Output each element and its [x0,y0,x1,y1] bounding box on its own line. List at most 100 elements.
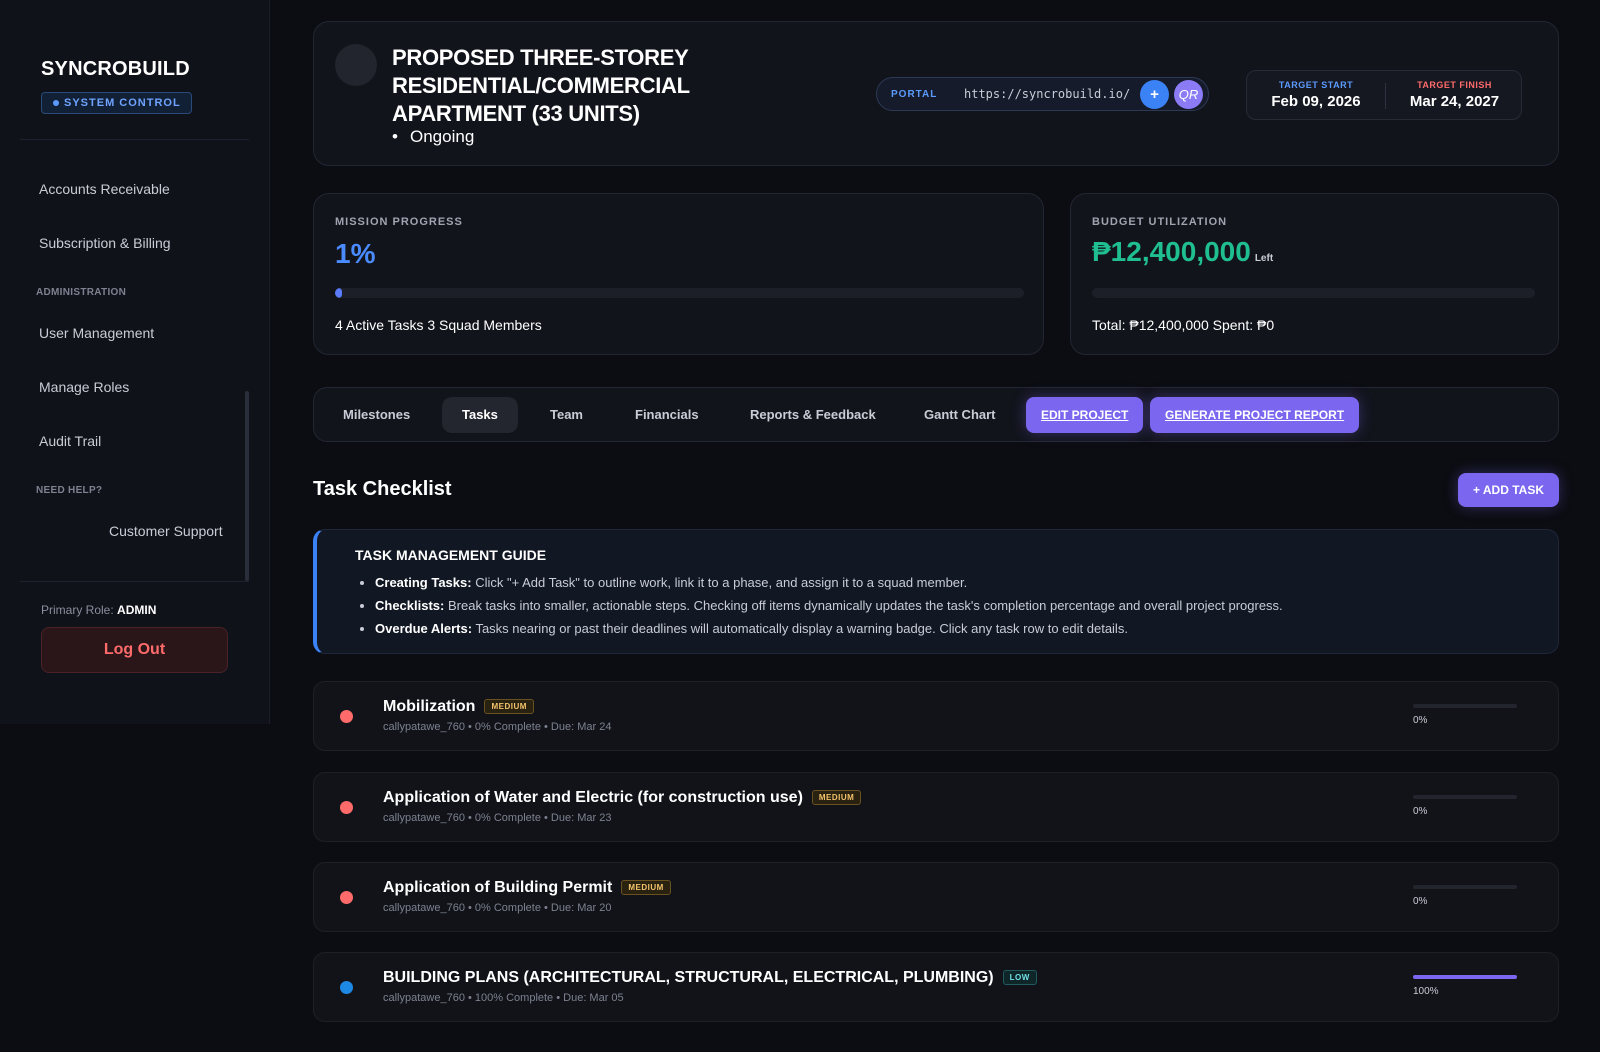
guide-item: Overdue Alerts: Tasks nearing or past th… [375,617,1283,640]
generate-report-button[interactable]: GENERATE PROJECT REPORT [1150,397,1360,433]
guide-item-heading: Creating Tasks: [375,575,472,590]
task-meta: callypatawe_760 • 0% Complete • Due: Mar… [383,721,612,733]
system-control-badge: SYSTEM CONTROL [41,92,192,114]
project-header: PROPOSED THREE-STOREY RESIDENTIAL/COMMER… [313,21,1559,166]
budget-progress-bar [1092,288,1535,298]
portal-label: PORTAL [891,89,938,100]
task-name: Application of Building Permit MEDIUM [383,879,671,897]
guide-list: Creating Tasks: Click "+ Add Task" to ou… [375,571,1283,640]
project-status: Ongoing [392,127,474,147]
project-tabs: Milestones Tasks Team Financials Reports… [313,387,1559,442]
budget-left-suffix: Left [1254,253,1274,264]
task-title: Application of Building Permit [383,879,613,896]
task-title: Mobilization [383,698,476,715]
sidebar-section-need-help: NEED HELP? [36,485,103,496]
task-progress-bar [1413,885,1517,889]
task-status-dot [340,981,353,994]
task-meta: callypatawe_760 • 100% Complete • Due: M… [383,992,624,1004]
guide-item-heading: Checklists: [375,598,445,613]
sidebar-divider [20,581,249,582]
priority-badge: MEDIUM [621,880,671,895]
task-title: Application of Water and Electric (for c… [383,789,803,806]
guide-item: Checklists: Break tasks into smaller, ac… [375,594,1283,617]
role-value: ADMIN [117,603,157,617]
target-finish-value: Mar 24, 2027 [1409,93,1500,110]
tab-team[interactable]: Team [530,397,603,433]
budget-remaining: ₱12,400,000 Left [1092,236,1273,268]
sidebar-scrollbar[interactable] [245,391,249,581]
tab-gantt-chart[interactable]: Gantt Chart [904,397,1016,433]
add-task-button[interactable]: + ADD TASK [1458,473,1559,507]
budget-utilization-card: BUDGET UTILIZATION ₱12,400,000 Left Total… [1070,193,1559,355]
tab-reports-feedback[interactable]: Reports & Feedback [730,397,896,433]
task-checklist-title: Task Checklist [313,478,452,500]
task-name: Mobilization MEDIUM [383,698,534,716]
project-title: PROPOSED THREE-STOREY RESIDENTIAL/COMMER… [392,45,690,126]
edit-project-button[interactable]: EDIT PROJECT [1026,397,1144,433]
task-row[interactable]: Application of Building Permit MEDIUM cal… [313,862,1559,932]
sidebar-section-administration: ADMINISTRATION [36,287,127,298]
mission-progress-label: MISSION PROGRESS [335,216,463,228]
tab-tasks[interactable]: Tasks [442,397,518,433]
role-label: Primary Role: [41,603,114,617]
priority-badge: MEDIUM [484,699,534,714]
portal-url[interactable]: https://syncrobuild.io/ [964,87,1130,101]
task-percent: 0% [1413,806,1428,817]
task-meta: callypatawe_760 • 0% Complete • Due: Mar… [383,812,612,824]
guide-item-text: Click "+ Add Task" to outline work, link… [471,575,968,590]
task-title: BUILDING PLANS (ARCHITECTURAL, STRUCTURA… [383,969,994,986]
task-status-dot [340,710,353,723]
task-name: Application of Water and Electric (for c… [383,789,862,807]
mission-progress-card: MISSION PROGRESS 1% 4 Active Tasks 3 Squ… [313,193,1044,355]
task-status-dot [340,801,353,814]
priority-badge: MEDIUM [811,790,862,805]
task-percent: 0% [1413,715,1428,726]
guide-title: TASK MANAGEMENT GUIDE [355,547,547,563]
task-row[interactable]: BUILDING PLANS (ARCHITECTURAL, STRUCTURA… [313,952,1559,1022]
task-progress-bar [1413,795,1517,799]
portal-link-box: PORTAL https://syncrobuild.io/ + QR [876,77,1209,111]
task-row[interactable]: Application of Water and Electric (for c… [313,772,1559,842]
priority-badge: LOW [1002,970,1037,985]
task-progress-bar [1413,975,1517,979]
target-start-value: Feb 09, 2026 [1271,93,1361,110]
budget-remaining-value: ₱12,400,000 [1092,236,1251,267]
mission-progress-bar [335,288,1024,298]
project-avatar [335,44,377,86]
sidebar-item-customer-support[interactable]: Customer Support [109,523,223,539]
guide-item-heading: Overdue Alerts: [375,621,473,636]
budget-summary: Total: ₱12,400,000 Spent: ₱0 [1092,317,1275,333]
budget-utilization-label: BUDGET UTILIZATION [1092,216,1228,228]
target-start-label: TARGET START [1278,80,1354,90]
primary-role: Primary Role: ADMIN [41,603,156,617]
sidebar-item-accounts-receivable[interactable]: Accounts Receivable [39,181,170,197]
task-progress-bar [1413,704,1517,708]
sidebar-item-user-management[interactable]: User Management [39,325,154,341]
sidebar-item-audit-trail[interactable]: Audit Trail [39,433,101,449]
task-progress-fill [1413,975,1517,979]
task-status-dot [340,891,353,904]
task-management-guide: TASK MANAGEMENT GUIDE Creating Tasks: Cl… [313,529,1559,654]
qr-code-button[interactable]: QR [1174,80,1203,109]
task-percent: 0% [1413,896,1428,907]
guide-item-text: Tasks nearing or past their deadlines wi… [472,621,1128,636]
target-finish-label: TARGET FINISH [1417,80,1492,90]
mission-progress-value: 1% [335,238,376,269]
sidebar: SYNCROBUILD SYSTEM CONTROL Accounts Rece… [0,0,270,724]
sidebar-item-manage-roles[interactable]: Manage Roles [39,379,129,395]
sidebar-item-subscription-billing[interactable]: Subscription & Billing [39,235,171,251]
target-dates: TARGET START Feb 09, 2026 TARGET FINISH … [1246,70,1522,120]
logout-button[interactable]: Log Out [41,627,228,673]
task-name: BUILDING PLANS (ARCHITECTURAL, STRUCTURA… [383,969,1037,987]
task-row[interactable]: Mobilization MEDIUM callypatawe_760 • 0% … [313,681,1559,751]
task-meta: callypatawe_760 • 0% Complete • Due: Mar… [383,902,612,914]
task-percent: 100% [1413,986,1439,997]
sidebar-divider [20,139,249,140]
brand-logo: SYNCROBUILD [41,58,190,80]
tab-financials[interactable]: Financials [615,397,719,433]
add-portal-button[interactable]: + [1140,80,1169,109]
mission-progress-fill [335,288,342,298]
tab-milestones[interactable]: Milestones [323,397,430,433]
guide-item-text: Break tasks into smaller, actionable ste… [444,598,1283,613]
guide-item: Creating Tasks: Click "+ Add Task" to ou… [375,571,1283,594]
